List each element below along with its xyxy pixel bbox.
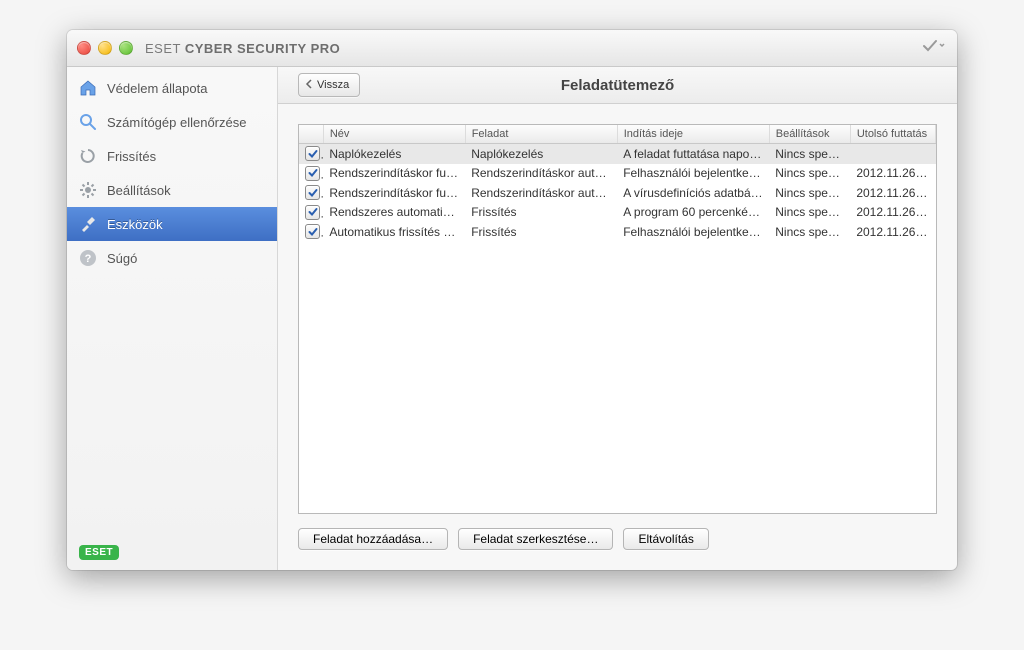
column-header-checkbox[interactable] <box>299 125 323 144</box>
panel-title: Feladatütemező <box>278 77 957 94</box>
cell-last: 2012.11.26.… <box>850 222 935 242</box>
svg-text:?: ? <box>85 253 92 265</box>
table-row[interactable]: Rendszerindításkor fut…Rendszerindításko… <box>299 183 936 203</box>
cell-start: Felhasználói bejelentkez… <box>617 164 769 184</box>
row-checkbox-cell <box>299 164 323 184</box>
titlebar: ESET CYBER SECURITY PRO <box>67 30 957 67</box>
sidebar: Védelem állapota Számítógép ellenőrzése … <box>67 67 278 570</box>
cell-start: A vírusdefiníciós adatbá… <box>617 183 769 203</box>
column-header-name[interactable]: Név <box>323 125 465 144</box>
cell-last: 2012.11.26.… <box>850 164 935 184</box>
cell-settings: Nincs speci… <box>769 164 850 184</box>
cell-settings: Nincs speci… <box>769 222 850 242</box>
close-button[interactable] <box>77 41 91 55</box>
table-row[interactable]: Automatikus frissítés a…FrissítésFelhasz… <box>299 222 936 242</box>
cell-start: A program 60 percenkén… <box>617 203 769 223</box>
cell-name: Rendszerindításkor fut… <box>323 164 465 184</box>
column-header-start[interactable]: Indítás ideje <box>617 125 769 144</box>
help-icon: ? <box>79 249 97 267</box>
sidebar-item-label: Védelem állapota <box>107 81 207 96</box>
column-header-task[interactable]: Feladat <box>465 125 617 144</box>
sidebar-item-label: Eszközök <box>107 217 163 232</box>
row-checkbox[interactable] <box>305 166 320 181</box>
cell-name: Rendszerindításkor fut… <box>323 183 465 203</box>
table-header-row: Név Feladat Indítás ideje Beállítások Ut… <box>299 125 936 144</box>
sidebar-item-update[interactable]: Frissítés <box>67 139 277 173</box>
row-checkbox[interactable] <box>305 146 320 161</box>
row-checkbox-cell <box>299 203 323 223</box>
table-row[interactable]: NaplókezelésNaplókezelésA feladat futtat… <box>299 144 936 164</box>
minimize-button[interactable] <box>98 41 112 55</box>
cell-start: A feladat futtatása napo… <box>617 144 769 164</box>
sidebar-item-label: Számítógép ellenőrzése <box>107 115 246 130</box>
scheduler-table-container: Név Feladat Indítás ideje Beállítások Ut… <box>298 124 937 514</box>
cell-last <box>850 144 935 164</box>
content: Vissza Feladatütemező Név <box>278 67 957 570</box>
content-body: Név Feladat Indítás ideje Beállítások Ut… <box>278 104 957 570</box>
sidebar-item-settings[interactable]: Beállítások <box>67 173 277 207</box>
chevron-left-icon <box>305 79 313 92</box>
cell-name: Rendszeres automatik… <box>323 203 465 223</box>
scheduler-table: Név Feladat Indítás ideje Beállítások Ut… <box>299 125 936 242</box>
row-checkbox-cell <box>299 222 323 242</box>
app-window: ESET CYBER SECURITY PRO Védelem állapota <box>67 30 957 570</box>
back-button-label: Vissza <box>317 79 349 91</box>
gear-icon <box>79 181 97 199</box>
cell-settings: Nincs speci… <box>769 183 850 203</box>
app-title: ESET CYBER SECURITY PRO <box>145 41 340 56</box>
button-row: Feladat hozzáadása… Feladat szerkesztése… <box>298 528 937 550</box>
home-icon <box>79 79 97 97</box>
check-icon <box>923 39 945 53</box>
cell-task: Rendszerindításkor auto… <box>465 183 617 203</box>
add-task-button[interactable]: Feladat hozzáadása… <box>298 528 448 550</box>
sidebar-item-help[interactable]: ? Súgó <box>67 241 277 275</box>
sidebar-item-tools[interactable]: Eszközök <box>67 207 277 241</box>
cell-task: Naplókezelés <box>465 144 617 164</box>
edit-task-button[interactable]: Feladat szerkesztése… <box>458 528 613 550</box>
cell-task: Rendszerindításkor auto… <box>465 164 617 184</box>
row-checkbox[interactable] <box>305 224 320 239</box>
sidebar-item-label: Frissítés <box>107 149 156 164</box>
zoom-button[interactable] <box>119 41 133 55</box>
table-row[interactable]: Rendszerindításkor fut…Rendszerindításko… <box>299 164 936 184</box>
row-checkbox-cell <box>299 183 323 203</box>
cell-settings: Nincs speci… <box>769 203 850 223</box>
eset-brand-badge: ESET <box>79 545 119 560</box>
app-title-light: ESET <box>145 41 185 56</box>
search-icon <box>79 113 97 131</box>
titlebar-status-menu[interactable] <box>923 39 945 58</box>
column-header-last[interactable]: Utolsó futtatás <box>850 125 935 144</box>
cell-settings: Nincs speci… <box>769 144 850 164</box>
cell-task: Frissítés <box>465 203 617 223</box>
sidebar-item-computer-scan[interactable]: Számítógép ellenőrzése <box>67 105 277 139</box>
remove-task-button[interactable]: Eltávolítás <box>623 528 708 550</box>
cell-name: Naplókezelés <box>323 144 465 164</box>
cell-last: 2012.11.26.… <box>850 183 935 203</box>
sidebar-items: Védelem állapota Számítógép ellenőrzése … <box>67 67 277 533</box>
back-button[interactable]: Vissza <box>298 73 360 97</box>
cell-start: Felhasználói bejelentkez… <box>617 222 769 242</box>
cell-name: Automatikus frissítés a… <box>323 222 465 242</box>
refresh-icon <box>79 147 97 165</box>
traffic-lights <box>77 41 133 55</box>
sidebar-item-protection-status[interactable]: Védelem állapota <box>67 71 277 105</box>
column-header-settings[interactable]: Beállítások <box>769 125 850 144</box>
sidebar-item-label: Súgó <box>107 251 137 266</box>
cell-last: 2012.11.26.… <box>850 203 935 223</box>
row-checkbox[interactable] <box>305 205 320 220</box>
tools-icon <box>79 215 97 233</box>
sidebar-item-label: Beállítások <box>107 183 171 198</box>
app-title-bold: CYBER SECURITY PRO <box>185 41 340 56</box>
row-checkbox[interactable] <box>305 185 320 200</box>
row-checkbox-cell <box>299 144 323 164</box>
sidebar-footer: ESET <box>67 533 277 570</box>
content-header: Vissza Feladatütemező <box>278 67 957 104</box>
cell-task: Frissítés <box>465 222 617 242</box>
table-row[interactable]: Rendszeres automatik…FrissítésA program … <box>299 203 936 223</box>
